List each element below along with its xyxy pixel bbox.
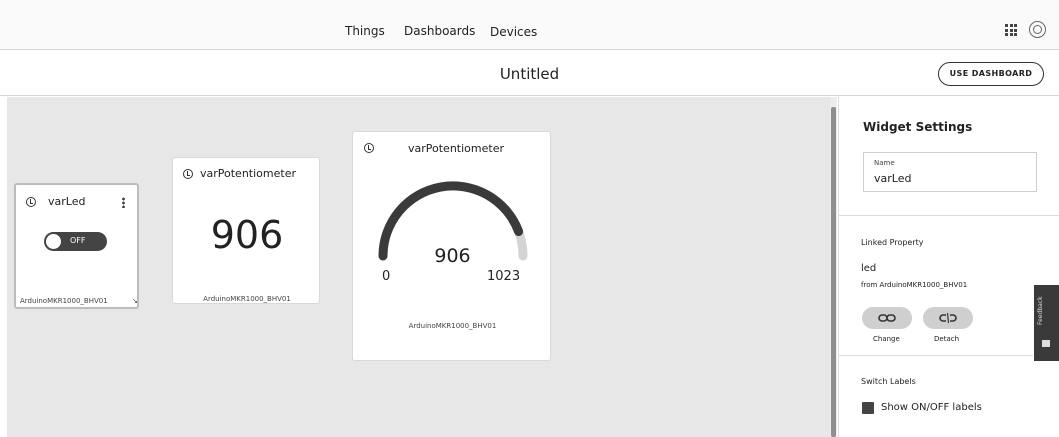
show-labels-label: Show ON/OFF labels bbox=[881, 402, 982, 413]
widget-switch-varled[interactable]: varLed OFF ArduinoMKR1000_BHV01 ↘ bbox=[14, 183, 139, 309]
scrollbar-thumb[interactable] bbox=[831, 107, 836, 437]
widget-settings-panel: Widget Settings Name varLed Linked Prope… bbox=[838, 97, 1059, 437]
name-field-value[interactable]: varLed bbox=[874, 172, 911, 185]
linked-property-name: led bbox=[861, 263, 877, 274]
toggle-label: OFF bbox=[70, 236, 86, 245]
dashboard-header: Untitled USE DASHBOARD bbox=[0, 51, 1059, 96]
widget-value-varpotentiometer[interactable]: varPotentiometer 906 ArduinoMKR1000_BHV0… bbox=[172, 157, 320, 304]
widget-name-field[interactable]: Name varLed bbox=[863, 152, 1037, 192]
nav-dashboards[interactable]: Dashboards bbox=[404, 24, 475, 38]
gauge-value: 906 bbox=[434, 245, 471, 267]
divider bbox=[839, 215, 1059, 216]
detach-button[interactable] bbox=[923, 307, 973, 329]
link-icon bbox=[878, 314, 896, 322]
detach-label: Detach bbox=[934, 335, 960, 343]
linked-property-heading: Linked Property bbox=[861, 238, 924, 247]
widget-device-label: ArduinoMKR1000_BHV01 bbox=[203, 295, 291, 303]
nav-things[interactable]: Things bbox=[345, 24, 385, 38]
widget-title: varLed bbox=[48, 195, 86, 208]
top-navigation-bar: Things Dashboards Devices bbox=[0, 0, 1059, 50]
widget-title: varPotentiometer bbox=[408, 142, 504, 155]
resize-handle-icon[interactable]: ↘ bbox=[132, 297, 138, 305]
feedback-icon bbox=[1042, 340, 1050, 347]
widget-value: 906 bbox=[210, 213, 284, 257]
change-label: Change bbox=[873, 335, 900, 343]
change-button[interactable] bbox=[862, 307, 912, 329]
switch-labels-heading: Switch Labels bbox=[861, 377, 916, 386]
use-dashboard-button[interactable]: USE DASHBOARD bbox=[938, 62, 1044, 86]
divider bbox=[839, 355, 1033, 356]
dashboard-title[interactable]: Untitled bbox=[0, 65, 1059, 83]
user-icon[interactable] bbox=[1029, 21, 1046, 38]
feedback-label: Feedback bbox=[1037, 296, 1044, 325]
nav-devices[interactable]: Devices bbox=[490, 25, 537, 39]
widget-device-label: ArduinoMKR1000_BHV01 bbox=[408, 322, 497, 330]
name-field-label: Name bbox=[874, 159, 895, 167]
widget-gauge-varpotentiometer[interactable]: varPotentiometer 906 0 1023 ArduinoMKR10… bbox=[352, 131, 551, 361]
kebab-menu-icon[interactable] bbox=[122, 197, 125, 208]
unlink-icon bbox=[939, 312, 957, 324]
history-icon[interactable] bbox=[183, 169, 193, 179]
feedback-tab[interactable]: Feedback bbox=[1034, 285, 1059, 361]
history-icon[interactable] bbox=[364, 143, 374, 153]
widget-title: varPotentiometer bbox=[200, 167, 296, 180]
linked-property-source: from ArduinoMKR1000_BHV01 bbox=[861, 281, 968, 289]
toggle-knob bbox=[46, 234, 61, 249]
history-icon[interactable] bbox=[26, 197, 36, 207]
gauge-max: 1023 bbox=[487, 269, 521, 284]
gauge-min: 0 bbox=[382, 269, 391, 284]
widget-device-label: ArduinoMKR1000_BHV01 bbox=[20, 297, 108, 305]
apps-grid-icon[interactable] bbox=[1005, 24, 1017, 36]
led-toggle-switch[interactable]: OFF bbox=[44, 232, 107, 251]
show-labels-checkbox[interactable] bbox=[862, 402, 874, 414]
canvas-scrollbar[interactable] bbox=[830, 97, 837, 437]
widget-settings-heading: Widget Settings bbox=[863, 120, 973, 134]
